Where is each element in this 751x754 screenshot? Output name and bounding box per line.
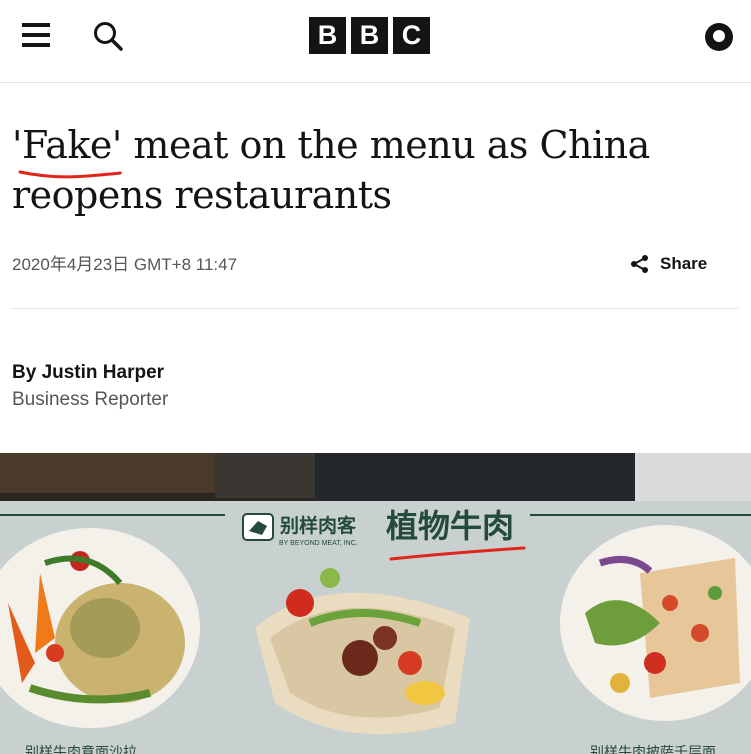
logo-letter: B: [351, 17, 388, 54]
share-button[interactable]: Share: [630, 254, 707, 274]
author-name: By Justin Harper: [12, 362, 165, 383]
share-icon: [631, 255, 648, 273]
product-chinese-name: 植物牛肉: [386, 507, 514, 545]
bottom-right-caption: 别样牛肉披萨千层面: [590, 745, 716, 754]
author-role: Business Reporter: [12, 389, 169, 410]
hamburger-menu-icon[interactable]: [22, 22, 50, 48]
red-annotation-underline: [18, 170, 122, 179]
divider: [12, 308, 739, 309]
share-label: Share: [660, 254, 708, 273]
menu-bar: [22, 43, 50, 47]
search-icon[interactable]: [92, 20, 124, 52]
article-timestamp: 2020年4月23日 GMT+8 11:47: [12, 255, 238, 274]
logo-letter: B: [309, 17, 346, 54]
brand-chinese-name: 别样肉客: [279, 514, 357, 537]
menu-bar: [22, 23, 50, 27]
site-header: B B C: [0, 0, 751, 83]
bbc-logo[interactable]: B B C: [309, 17, 430, 54]
bottom-left-caption: 别样牛肉意面沙拉: [25, 744, 137, 754]
account-icon[interactable]: [705, 23, 733, 51]
article-hero-image: 别样肉客 BY BEYOND MEAT, INC. 植物牛肉 别样牛肉意面沙拉 …: [0, 453, 751, 754]
logo-letter: C: [393, 17, 430, 54]
brand-english-name: BY BEYOND MEAT, INC.: [279, 540, 358, 547]
menu-bar: [22, 33, 50, 37]
